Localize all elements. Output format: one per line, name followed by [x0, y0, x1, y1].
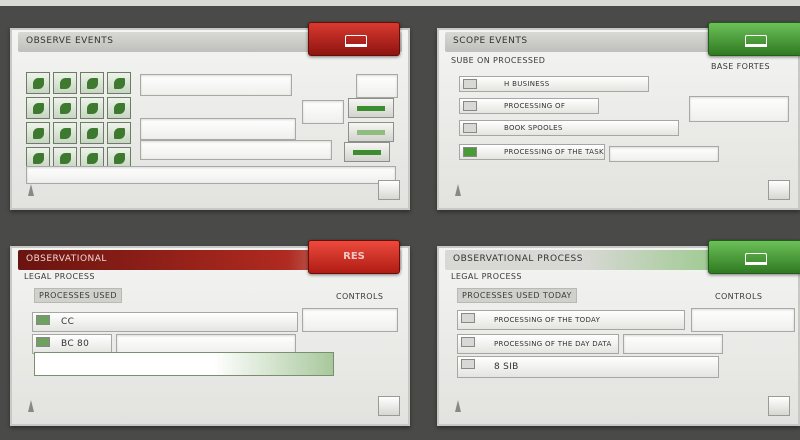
input-field[interactable] — [302, 100, 344, 124]
row-label: PROCESSING OF THE TODAY — [494, 316, 601, 324]
shell-icon — [449, 184, 463, 196]
right-label: CONTROLS — [715, 292, 763, 301]
panel-subtitle: LEGAL PROCESS — [24, 272, 95, 281]
panel-bottom-left: OBSERVATIONAL RES LEGAL PROCESS PROCESSE… — [10, 240, 410, 426]
panel-subtitle: LEGAL PROCESS — [451, 272, 522, 281]
row-label: PROCESSING OF — [504, 102, 566, 110]
toggle-indicator — [353, 150, 381, 155]
input-field[interactable] — [140, 140, 332, 160]
row-label: 8 SIB — [494, 362, 519, 372]
thumbnail[interactable] — [26, 97, 50, 119]
progress-field — [34, 352, 334, 376]
thumbnail[interactable] — [80, 72, 104, 94]
thumbnail-grid — [26, 72, 134, 169]
action-label: RES — [343, 251, 365, 262]
action-icon — [345, 35, 367, 47]
thumbnail[interactable] — [107, 72, 131, 94]
list-item[interactable]: PROCESSING OF — [459, 98, 599, 114]
shell-icon — [22, 184, 36, 196]
input-field[interactable] — [140, 74, 292, 96]
item-icon — [461, 359, 475, 369]
side-label: BASE FORTES — [711, 62, 770, 71]
panel-top-left: OBSERVE EVENTS — [10, 22, 410, 210]
row-label: PROCESSING OF THE TASK — [504, 148, 604, 156]
input-field[interactable] — [623, 334, 723, 354]
row-label: PROCESSING OF THE DAY DATA — [494, 340, 612, 348]
action-icon — [745, 35, 767, 47]
shell-icon — [22, 400, 36, 412]
input-field[interactable] — [691, 308, 795, 332]
shell-icon — [449, 400, 463, 412]
action-button[interactable] — [708, 240, 800, 274]
toggle-indicator — [357, 130, 385, 135]
thumbnail[interactable] — [80, 122, 104, 144]
window-icon[interactable] — [378, 180, 400, 200]
action-button[interactable] — [708, 22, 800, 56]
list-item[interactable]: PROCESSING OF THE TASK — [459, 144, 605, 160]
list-item[interactable]: H BUSINESS — [459, 76, 649, 92]
panel-title: OBSERVATIONAL — [26, 254, 107, 264]
panel-title: OBSERVE EVENTS — [26, 36, 114, 46]
list-item[interactable]: PROCESSING OF THE DAY DATA — [457, 334, 619, 354]
section-label: PROCESSES USED TODAY — [457, 288, 577, 303]
item-icon — [463, 79, 477, 89]
item-icon — [461, 337, 475, 347]
action-button[interactable]: RES — [308, 240, 400, 274]
toggle-indicator — [357, 106, 385, 111]
thumbnail[interactable] — [26, 122, 50, 144]
action-button[interactable] — [308, 22, 400, 56]
action-icon — [745, 253, 767, 265]
row-label: BOOK SPOOLES — [504, 124, 563, 132]
toggle-button[interactable] — [348, 98, 394, 118]
input-field[interactable] — [140, 118, 296, 140]
item-icon — [463, 101, 477, 111]
row-label: BC 80 — [61, 339, 90, 349]
item-icon — [461, 313, 475, 323]
right-label: CONTROLS — [336, 292, 384, 301]
list-item[interactable]: PROCESSING OF THE TODAY — [457, 310, 685, 330]
panel-bottom-right: OBSERVATIONAL PROCESS LEGAL PROCESS PROC… — [437, 240, 800, 426]
thumbnail[interactable] — [107, 122, 131, 144]
item-icon — [36, 337, 50, 347]
top-strip — [0, 0, 800, 6]
panel-top-right: SCOPE EVENTS SUBE ON PROCESSED BASE FORT… — [437, 22, 800, 210]
item-icon — [463, 147, 477, 157]
status-field — [26, 166, 396, 184]
input-field[interactable] — [609, 146, 719, 162]
panel-title: OBSERVATIONAL PROCESS — [453, 254, 583, 264]
panel-title: SCOPE EVENTS — [453, 36, 528, 46]
toggle-button[interactable] — [344, 142, 390, 162]
window-icon[interactable] — [378, 396, 400, 416]
input-field[interactable] — [356, 74, 398, 98]
window-icon[interactable] — [768, 396, 790, 416]
thumbnail[interactable] — [80, 97, 104, 119]
row-label: CC — [61, 317, 75, 327]
thumbnail[interactable] — [26, 72, 50, 94]
input-field[interactable] — [116, 334, 296, 354]
window-icon[interactable] — [768, 180, 790, 200]
list-item[interactable]: 8 SIB — [457, 356, 719, 378]
item-icon — [36, 315, 50, 325]
thumbnail[interactable] — [53, 72, 77, 94]
list-item[interactable]: CC — [32, 312, 298, 332]
toggle-button[interactable] — [348, 122, 394, 142]
thumbnail[interactable] — [53, 97, 77, 119]
thumbnail[interactable] — [107, 97, 131, 119]
panel-subtitle: SUBE ON PROCESSED — [451, 56, 546, 65]
list-item[interactable]: BOOK SPOOLES — [459, 120, 679, 136]
item-icon — [463, 123, 477, 133]
input-field[interactable] — [689, 96, 789, 122]
row-label: H BUSINESS — [504, 80, 550, 88]
section-label: PROCESSES USED — [34, 288, 122, 303]
list-item[interactable]: BC 80 — [32, 334, 112, 354]
input-field[interactable] — [302, 308, 398, 332]
thumbnail[interactable] — [53, 122, 77, 144]
